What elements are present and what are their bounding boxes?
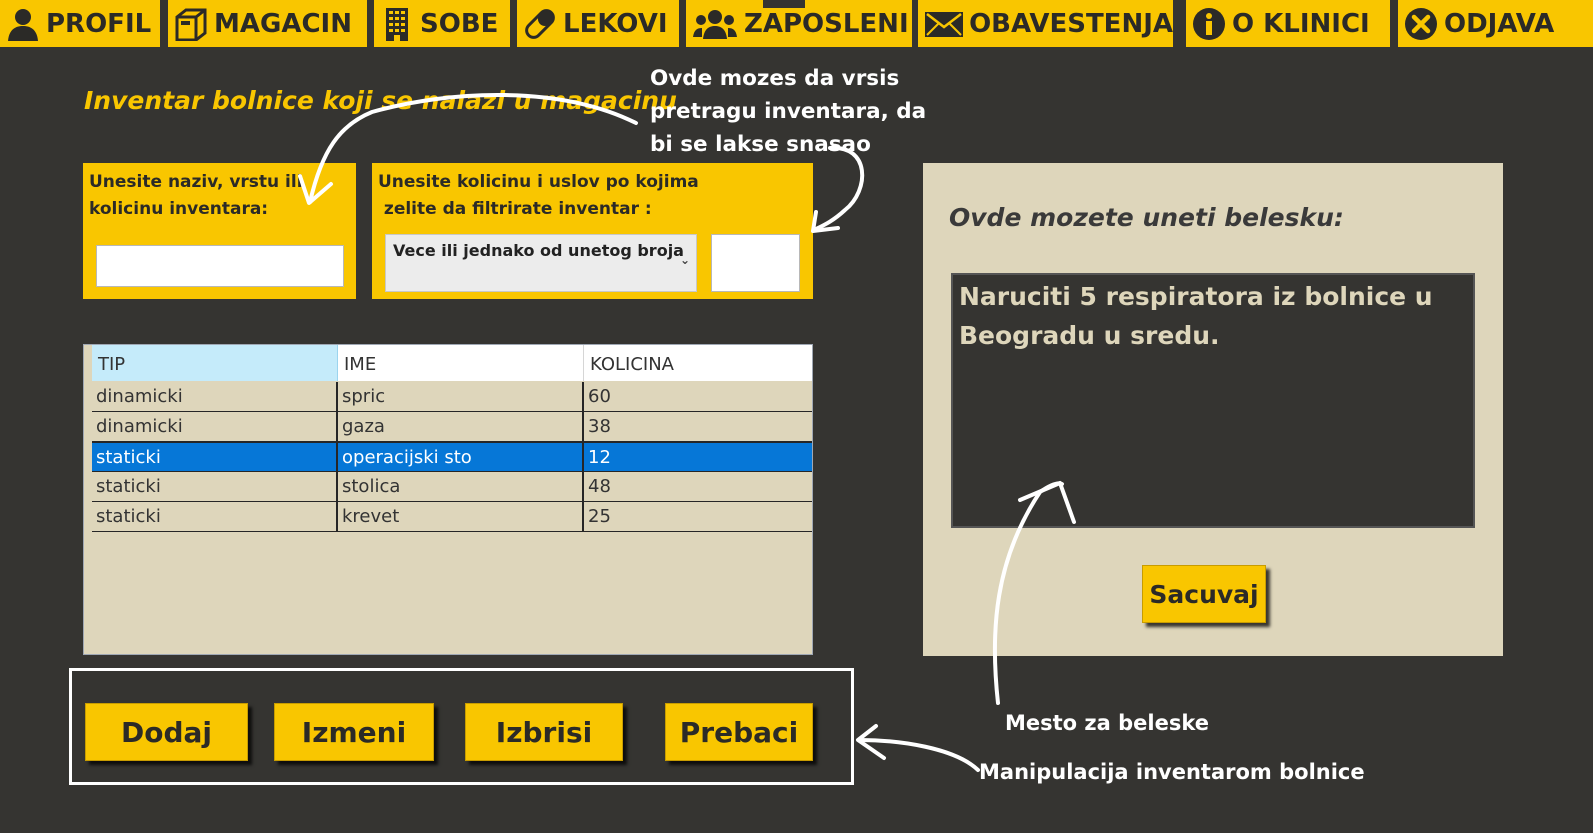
notes-hint-annotation: Mesto za beleske: [1005, 711, 1209, 735]
save-button[interactable]: Sacuvaj: [1142, 565, 1266, 623]
action-buttons-box: Dodaj Izmeni Izbrisi Prebaci: [69, 668, 854, 785]
filter-label-line1: Unesite kolicinu i uslov po kojima: [378, 172, 699, 192]
arrowhead-actions: [856, 724, 886, 760]
search-label: Unesite naziv, vrstu ili kolicinu invent…: [89, 172, 303, 219]
cell-tip: dinamicki: [92, 382, 338, 411]
cell-ime: operacijski sto: [338, 443, 584, 472]
note-title: Ovde mozete uneti belesku:: [949, 203, 1344, 232]
page-title: Inventar bolnice koji se nalazi u magaci…: [84, 86, 677, 115]
cell-ime: krevet: [338, 502, 584, 531]
cell-kolicina: 48: [588, 476, 611, 497]
nav-item-magacin[interactable]: MAGACIN: [168, 0, 367, 47]
cell-ime: gaza: [338, 412, 584, 441]
nav-item-o-klinici[interactable]: O KLINICI: [1186, 0, 1390, 47]
edit-button[interactable]: Izmeni: [274, 703, 434, 761]
table-header: TIP IME KOLICINA: [92, 345, 812, 381]
table-row[interactable]: staticki stolica 48: [92, 472, 812, 502]
nav-label: ZAPOSLENI: [744, 8, 909, 39]
nav-label: O KLINICI: [1232, 8, 1370, 39]
nav-label: MAGACIN: [214, 8, 352, 39]
nav-label: SOBE: [420, 8, 499, 39]
cell-tip: staticki: [92, 502, 338, 531]
filter-panel: Unesite kolicinu i uslov po kojima zelit…: [372, 163, 813, 299]
arrow-to-actions: [858, 738, 980, 772]
delete-button[interactable]: Izbrisi: [465, 703, 623, 761]
top-navigation: PROFIL MAGACIN SOBE LEKOVI ZAPOSLENI OBA…: [0, 0, 1593, 47]
column-header-kolicina[interactable]: KOLICINA: [584, 345, 812, 381]
cell-tip: staticki: [92, 472, 338, 501]
cell-tip: staticki: [92, 443, 338, 472]
tab-marker: [763, 0, 805, 8]
move-button[interactable]: Prebaci: [665, 703, 813, 761]
note-panel: Ovde mozete uneti belesku: Naruciti 5 re…: [923, 163, 1503, 656]
user-icon: [4, 5, 42, 43]
nav-label: LEKOVI: [563, 8, 668, 39]
cell-ime: spric: [338, 382, 584, 411]
nav-item-obavestenja[interactable]: OBAVESTENJA: [918, 0, 1173, 47]
chevron-down-icon: ⌄: [679, 253, 690, 267]
note-textarea[interactable]: Naruciti 5 respiratora iz bolnice u Beog…: [951, 273, 1475, 528]
search-panel: Unesite naziv, vrstu ili kolicinu invent…: [83, 163, 356, 299]
building-icon: [378, 5, 416, 43]
info-icon: [1190, 5, 1228, 43]
cell-ime: stolica: [338, 472, 584, 501]
cell-kolicina: 38: [588, 416, 611, 437]
inventory-table: TIP IME KOLICINA dinamicki spric 60 dina…: [83, 344, 813, 655]
pill-icon: [521, 5, 559, 43]
cell-kolicina: 12: [588, 447, 611, 468]
nav-item-sobe[interactable]: SOBE: [374, 0, 510, 47]
search-hint-annotation: Ovde mozes da vrsis pretragu inventara, …: [650, 66, 927, 157]
close-circle-icon: [1402, 5, 1440, 43]
nav-item-profil[interactable]: PROFIL: [0, 0, 160, 47]
manipulation-hint-annotation: Manipulacija inventarom bolnice: [979, 760, 1365, 784]
nav-item-odjava[interactable]: ODJAVA: [1398, 0, 1593, 47]
filter-amount-input[interactable]: [711, 234, 800, 292]
cell-kolicina: 60: [588, 386, 611, 407]
arrowhead-filter: [811, 210, 840, 233]
filter-condition-value: Vece ili jednako od unetog broja: [393, 241, 684, 260]
mail-icon: [922, 5, 965, 43]
nav-item-lekovi[interactable]: LEKOVI: [517, 0, 679, 47]
column-header-ime[interactable]: IME: [338, 345, 584, 381]
column-header-tip[interactable]: TIP: [92, 345, 338, 381]
box-icon: [172, 5, 210, 43]
filter-label-line2: zelite da filtrirate inventar :: [378, 199, 652, 219]
nav-label: PROFIL: [46, 8, 152, 39]
cell-kolicina: 25: [588, 506, 611, 527]
table-row-selected[interactable]: staticki operacijski sto 12: [92, 442, 812, 472]
search-input[interactable]: [96, 245, 344, 287]
table-row[interactable]: dinamicki spric 60: [92, 382, 812, 412]
cell-tip: dinamicki: [92, 412, 338, 441]
nav-label: OBAVESTENJA: [969, 8, 1173, 39]
add-button[interactable]: Dodaj: [85, 703, 248, 761]
filter-condition-select[interactable]: Vece ili jednako od unetog broja ⌄: [385, 234, 697, 292]
table-row[interactable]: staticki krevet 25: [92, 502, 812, 532]
nav-label: ODJAVA: [1444, 8, 1555, 39]
users-icon: [690, 5, 740, 43]
table-row[interactable]: dinamicki gaza 38: [92, 412, 812, 442]
